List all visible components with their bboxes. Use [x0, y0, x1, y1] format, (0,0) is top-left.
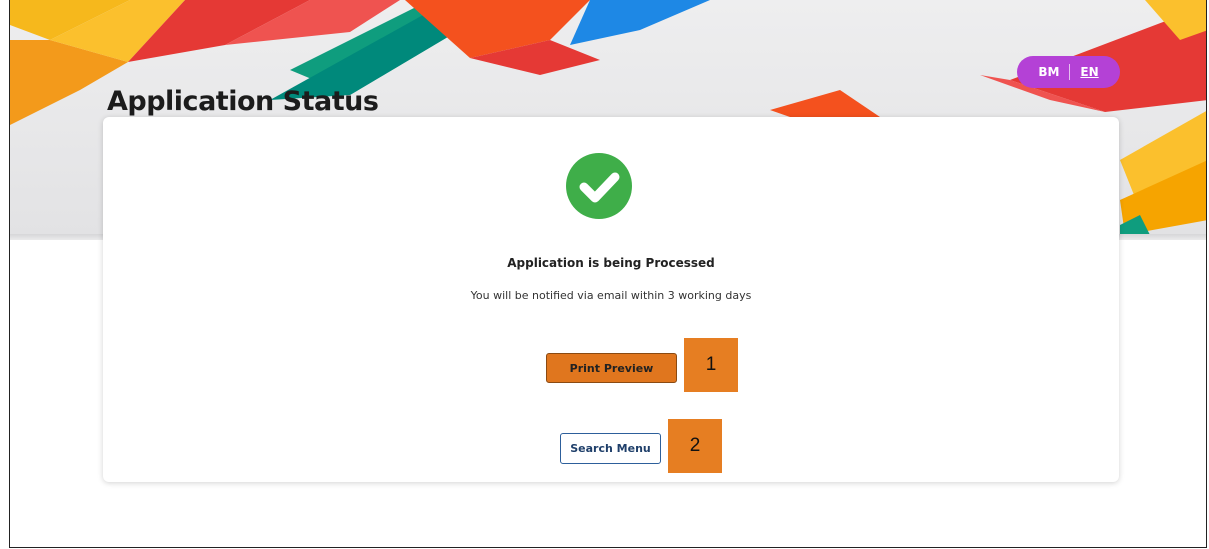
check-circle-icon — [566, 153, 632, 219]
page-title: Application Status — [107, 86, 379, 117]
status-message: You will be notified via email within 3 … — [470, 289, 752, 302]
language-option-bm[interactable]: BM — [1038, 65, 1059, 79]
search-menu-button[interactable]: Search Menu — [560, 433, 661, 464]
language-toggle: BM EN — [1017, 56, 1120, 88]
status-title: Application is being Processed — [507, 256, 715, 270]
callout-marker-2: 2 — [668, 419, 722, 473]
status-card: Application is being Processed You will … — [103, 117, 1119, 482]
language-option-en[interactable]: EN — [1080, 65, 1098, 79]
callout-marker-1: 1 — [684, 338, 738, 392]
print-preview-button[interactable]: Print Preview — [546, 353, 677, 383]
language-separator — [1069, 64, 1071, 80]
page-frame: Application Status BM EN Application is … — [9, 0, 1207, 548]
